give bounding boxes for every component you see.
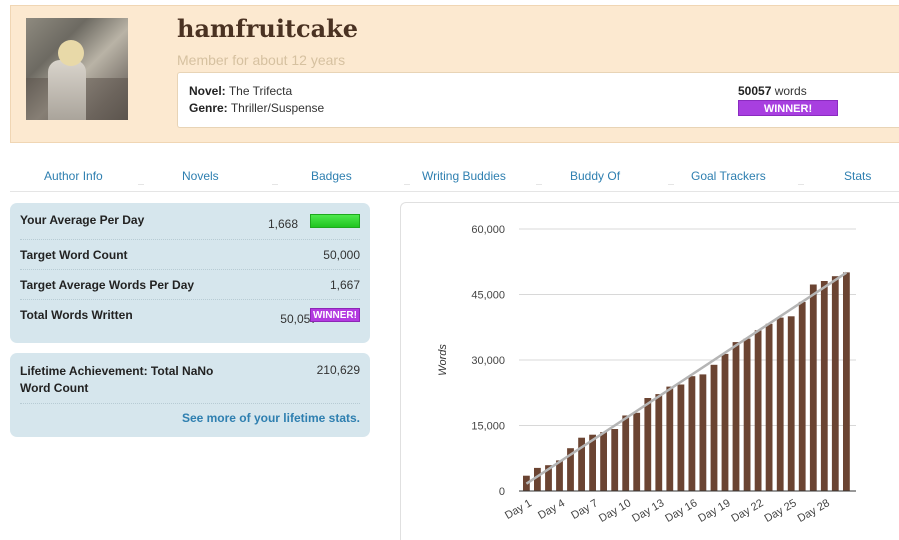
novel-line: Novel: The Trifecta xyxy=(189,84,292,98)
tab-divider xyxy=(798,184,804,185)
tab-author-info[interactable]: Author Info xyxy=(44,169,103,183)
target-word-count-value: 50,000 xyxy=(323,248,360,262)
stat-row-target-average: Target Average Words Per Day 1,667 xyxy=(20,270,360,300)
word-count-chart: 0 15,000 30,000 45,000 60,000 Words Day 1 Day 4… xyxy=(437,224,856,525)
tab-badges[interactable]: Badges xyxy=(311,169,352,183)
bar-day-29 xyxy=(831,276,839,491)
bar-day-23 xyxy=(765,323,773,491)
winner-badge-header: WINNER! xyxy=(738,100,838,116)
bar-day-28 xyxy=(820,281,828,491)
tab-writing-buddies[interactable]: Writing Buddies xyxy=(422,169,506,183)
bar-day-16 xyxy=(688,376,696,491)
tab-divider xyxy=(138,184,144,185)
avatar[interactable] xyxy=(26,18,128,120)
x-tick-label: Day 10 xyxy=(597,497,633,525)
average-per-day-label: Your Average Per Day xyxy=(20,213,145,227)
stat-row-average: Your Average Per Day 1,668 xyxy=(20,203,360,240)
bar-day-22 xyxy=(754,330,762,491)
lifetime-value: 210,629 xyxy=(316,363,360,377)
target-average-label: Target Average Words Per Day xyxy=(20,278,195,292)
genre-label: Genre: xyxy=(189,101,228,115)
winner-badge: WINNER! xyxy=(310,308,360,322)
tab-divider xyxy=(404,184,410,185)
genre-line: Genre: Thriller/Suspense xyxy=(189,101,324,115)
bar-day-20 xyxy=(732,342,740,491)
total-words-label: Total Words Written xyxy=(20,308,133,322)
average-per-day-value: 1,668 xyxy=(267,217,298,231)
tab-divider xyxy=(272,184,278,185)
stats-card: Your Average Per Day 1,668 Target Word C… xyxy=(10,203,370,343)
y-tick-label: 30,000 xyxy=(471,355,505,367)
profile-header: hamfruitcake Member for about 12 years N… xyxy=(10,5,899,143)
bar-day-21 xyxy=(743,338,751,491)
bar-day-12 xyxy=(644,398,652,491)
novel-summary: Novel: The Trifecta Genre: Thriller/Susp… xyxy=(177,72,899,128)
bar-day-10 xyxy=(622,415,630,491)
target-line xyxy=(525,271,848,485)
x-tick-label: Day 22 xyxy=(729,497,765,525)
bar-day-30 xyxy=(843,272,850,491)
bar-day-4 xyxy=(556,460,563,491)
genre-value: Thriller/Suspense xyxy=(230,101,325,115)
stat-row-total: Total Words Written 50,057 xyxy=(20,300,360,340)
bar-day-7 xyxy=(589,434,596,491)
x-tick-label: Day 7 xyxy=(569,497,600,522)
tab-novels[interactable]: Novels xyxy=(182,169,219,183)
bar-day-24 xyxy=(776,317,784,491)
average-progress-bar xyxy=(310,214,360,228)
username: hamfruitcake xyxy=(177,14,359,43)
profile-tabs: Author Info Novels Badges Writing Buddie… xyxy=(10,162,899,192)
bar-day-18 xyxy=(710,364,718,491)
x-tick-label: Day 1 xyxy=(503,497,534,522)
y-tick-label: 60,000 xyxy=(471,224,505,236)
member-since: Member for about 12 years xyxy=(177,52,346,68)
y-axis-label: Words xyxy=(437,344,449,376)
avatar-figure-body xyxy=(48,60,86,120)
bar-day-27 xyxy=(809,284,817,491)
lifetime-card: Lifetime Achievement: Total NaNo Word Co… xyxy=(10,353,370,437)
lifetime-label: Lifetime Achievement: Total NaNo Word Co… xyxy=(20,364,214,395)
x-tick-label: Day 28 xyxy=(796,497,832,525)
bar-day-26 xyxy=(798,301,806,491)
x-tick-label: Day 19 xyxy=(696,497,732,525)
target-word-count-label: Target Word Count xyxy=(20,248,128,262)
avatar-figure-head xyxy=(58,40,84,66)
bar-day-15 xyxy=(677,384,685,491)
tab-buddy-of[interactable]: Buddy Of xyxy=(570,169,620,183)
x-tick-label: Day 13 xyxy=(630,497,666,525)
bar-day-13 xyxy=(655,394,663,491)
x-tick-label: Day 25 xyxy=(763,497,799,525)
word-count: 50057 words xyxy=(738,84,807,98)
x-tick-label: Day 4 xyxy=(536,497,567,522)
novel-label: Novel: xyxy=(189,84,226,98)
bar-day-8 xyxy=(600,432,607,491)
bar-day-19 xyxy=(721,353,729,491)
bar-day-25 xyxy=(787,316,795,491)
tab-goal-trackers[interactable]: Goal Trackers xyxy=(691,169,766,183)
bar-day-17 xyxy=(699,374,707,491)
bar-day-14 xyxy=(666,386,674,491)
tab-stats[interactable]: Stats xyxy=(844,169,871,183)
y-tick-label: 45,000 xyxy=(471,290,505,302)
tab-divider xyxy=(668,184,674,185)
tab-divider xyxy=(536,184,542,185)
stat-row-target: Target Word Count 50,000 xyxy=(20,240,360,270)
word-count-value: 50057 xyxy=(738,84,772,98)
y-tick-label: 15,000 xyxy=(471,421,505,433)
bar-day-9 xyxy=(611,429,619,491)
lifetime-stats-link[interactable]: See more of your lifetime stats. xyxy=(182,411,360,425)
target-average-value: 1,667 xyxy=(329,278,360,292)
y-tick-label: 0 xyxy=(499,486,505,498)
word-count-chart-panel: 0 15,000 30,000 45,000 60,000 Words Day 1 Day 4… xyxy=(400,202,899,540)
bar-day-11 xyxy=(633,412,641,491)
novel-title[interactable]: The Trifecta xyxy=(229,84,292,98)
word-count-unit: words xyxy=(774,84,807,98)
lifetime-divider xyxy=(20,403,360,404)
x-tick-label: Day 16 xyxy=(663,497,699,525)
